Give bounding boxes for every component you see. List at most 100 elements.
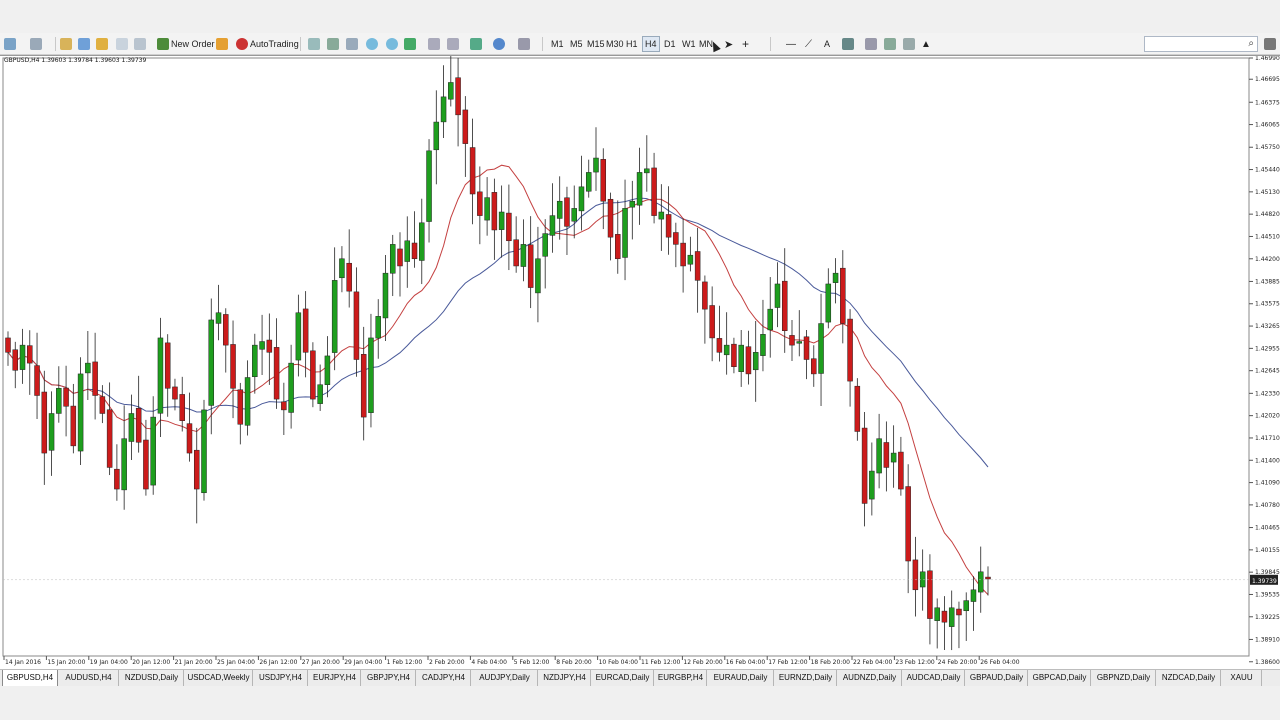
tf-m30[interactable]: M30: [606, 36, 624, 52]
tab-gbpjpy-h4[interactable]: GBPJPY,H4: [362, 670, 416, 686]
search-input[interactable]: ⌕: [1144, 36, 1258, 52]
candle-body: [310, 350, 316, 400]
line-chart-button[interactable]: [346, 36, 360, 52]
tab-eurgbp-h4[interactable]: EURGBP,H4: [655, 670, 707, 686]
tab-usdcad-weekly[interactable]: USDCAD,Weekly: [185, 670, 253, 686]
market-watch-button[interactable]: [60, 36, 74, 52]
x-tick-label: 27 Jan 20:00: [302, 659, 340, 666]
tab-eurnzd-daily[interactable]: EURNZD,Daily: [775, 670, 837, 686]
meta-editor-button[interactable]: [216, 36, 230, 52]
x-tick-label: 10 Feb 04:00: [599, 659, 639, 666]
arrows-tool[interactable]: ▲: [921, 36, 931, 52]
templates-icon: [518, 38, 530, 50]
candlestick-icon: [327, 38, 339, 50]
autotrading-button[interactable]: AutoTrading: [236, 36, 299, 52]
new-chart-button[interactable]: [4, 36, 18, 52]
horizontal-line-icon: —: [786, 38, 796, 50]
tab-audusd-h4[interactable]: AUDUSD,H4: [59, 670, 119, 686]
candle-body: [687, 254, 694, 265]
gann-tool[interactable]: [903, 36, 917, 52]
tab-audcad-daily[interactable]: AUDCAD,Daily: [903, 670, 965, 686]
tester-button[interactable]: [134, 36, 148, 52]
tab-gbpcad-daily[interactable]: GBPCAD,Daily: [1029, 670, 1091, 686]
profiles-button[interactable]: [30, 36, 44, 52]
tile-windows-button[interactable]: [404, 36, 418, 52]
candle-body: [840, 267, 846, 324]
indicators-button[interactable]: [470, 36, 484, 52]
tab-gbpaud-daily[interactable]: GBPAUD,Daily: [966, 670, 1028, 686]
tab-audnzd-daily[interactable]: AUDNZD,Daily: [838, 670, 902, 686]
tf-d1[interactable]: D1: [664, 36, 676, 52]
chart-shift-button[interactable]: [447, 36, 461, 52]
x-tick-label: 22 Feb 04:00: [853, 659, 893, 666]
tab-xauu[interactable]: XAUU: [1222, 670, 1262, 686]
tf-m15[interactable]: M15: [587, 36, 605, 52]
y-tick-label: 1.38600: [1255, 659, 1280, 666]
terminal-button[interactable]: [116, 36, 130, 52]
candle-body: [578, 186, 585, 212]
crosshair-tool[interactable]: +: [742, 36, 749, 52]
y-tick-label: 1.39535: [1255, 591, 1280, 598]
market-watch-icon: [60, 38, 72, 50]
candle-body: [723, 344, 730, 356]
new-order-button[interactable]: New Order: [157, 36, 215, 52]
candle-body: [5, 337, 11, 353]
candle-body: [121, 438, 127, 491]
candle-body: [520, 244, 527, 267]
candle-body: [27, 345, 33, 364]
shapes-tool[interactable]: [842, 36, 856, 52]
candle-body: [56, 388, 62, 414]
candlestick-button[interactable]: [327, 36, 341, 52]
tab-cadjpy-h4[interactable]: CADJPY,H4: [417, 670, 471, 686]
periods-button[interactable]: [493, 36, 507, 52]
tab-nzdcad-daily[interactable]: NZDCAD,Daily: [1157, 670, 1221, 686]
trendline-tool[interactable]: ⟋: [805, 36, 812, 52]
cursor-tool[interactable]: ➤: [724, 36, 733, 52]
toolbar-menu-button[interactable]: [1264, 36, 1278, 52]
tab-nzdusd-daily[interactable]: NZDUSD,Daily: [120, 670, 184, 686]
auto-scroll-button[interactable]: [428, 36, 442, 52]
price-chart[interactable]: 1.46990 1.46695 1.46375 1.46065 1.45750 1.454…: [0, 56, 1280, 670]
candle-body: [201, 409, 207, 494]
candle-body: [760, 334, 766, 356]
tab-usdjpy-h4[interactable]: USDJPY,H4: [254, 670, 308, 686]
tf-m5[interactable]: M5: [570, 36, 583, 52]
tab-gbpnzd-daily[interactable]: GBPNZD,Daily: [1092, 670, 1156, 686]
chart-header: GBPUSD,H4 1.39603 1.39784 1.39603 1.3973…: [4, 57, 147, 64]
candle-body: [477, 191, 483, 216]
channel-tool[interactable]: [865, 36, 879, 52]
chart-window[interactable]: 1.46990 1.46695 1.46375 1.46065 1.45750 1.454…: [0, 55, 1280, 669]
candle-body: [172, 386, 178, 400]
crosshair-icon: +: [742, 37, 750, 51]
fibo-tool[interactable]: [884, 36, 898, 52]
data-window-button[interactable]: [96, 36, 110, 52]
candle-body: [825, 283, 832, 323]
tf-h4[interactable]: H4: [642, 36, 660, 52]
tab-eurcad-daily[interactable]: EURCAD,Daily: [592, 670, 654, 686]
tab-nzdjpy-h4[interactable]: NZDJPY,H4: [539, 670, 591, 686]
text-tool[interactable]: A: [824, 36, 830, 52]
hline-tool[interactable]: —: [786, 36, 796, 52]
candle-body: [19, 344, 26, 370]
tf-h1[interactable]: H1: [626, 36, 638, 52]
x-tick-label: 21 Jan 20:00: [175, 659, 213, 666]
tf-m1[interactable]: M1: [551, 36, 564, 52]
bar-chart-button[interactable]: [308, 36, 322, 52]
templates-button[interactable]: [518, 36, 532, 52]
tab-audjpy-daily[interactable]: AUDJPY,Daily: [472, 670, 538, 686]
tab-euraud-daily[interactable]: EURAUD,Daily: [708, 670, 774, 686]
y-tick-label: 1.44510: [1255, 233, 1280, 240]
tf-w1[interactable]: W1: [682, 36, 696, 52]
candle-body: [716, 338, 723, 353]
candle-body: [302, 308, 309, 353]
y-tick-label: 1.46375: [1255, 99, 1280, 106]
tab-gbpusd-h4[interactable]: GBPUSD,H4: [2, 670, 58, 686]
navigator-button[interactable]: [78, 36, 92, 52]
zoom-out-button[interactable]: [386, 36, 400, 52]
y-tick-label: 1.42020: [1255, 413, 1280, 420]
candle-body: [259, 341, 265, 350]
zoom-in-button[interactable]: [366, 36, 380, 52]
tab-eurjpy-h4[interactable]: EURJPY,H4: [309, 670, 361, 686]
candle-body: [143, 439, 149, 490]
candle-body: [535, 258, 541, 294]
